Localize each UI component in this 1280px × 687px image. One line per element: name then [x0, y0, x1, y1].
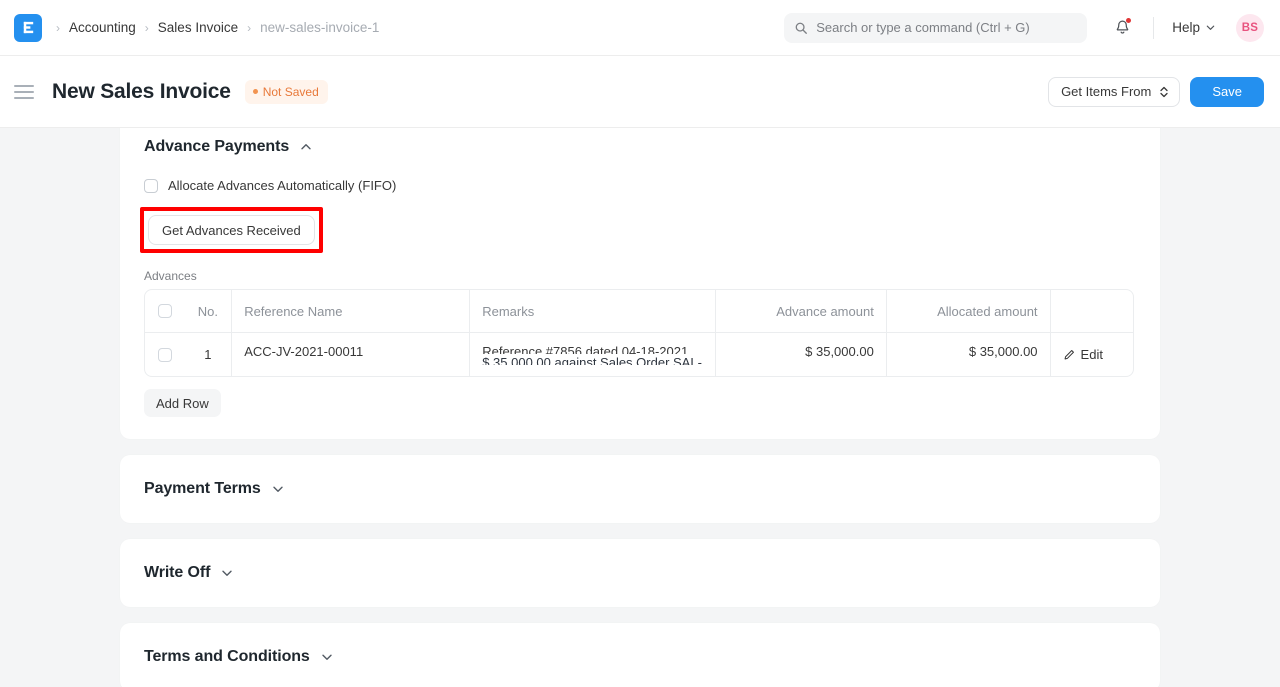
user-avatar[interactable]: BS — [1236, 14, 1264, 42]
search-input[interactable] — [816, 20, 1077, 35]
table-row[interactable]: 1 ACC-JV-2021-00011 Reference #7856 date… — [145, 333, 1133, 376]
search-icon — [794, 21, 808, 35]
section-card-advance-payments: Advance Payments Allocate Advances Autom… — [120, 128, 1160, 439]
section-card-terms-and-conditions[interactable]: Terms and Conditions — [120, 623, 1160, 687]
chevron-down-icon[interactable] — [220, 566, 234, 580]
status-dot-icon — [253, 89, 258, 94]
grid-header-row: No. Reference Name Remarks Advance amoun… — [145, 290, 1133, 333]
breadcrumb: › Accounting › Sales Invoice › new-sales… — [56, 20, 379, 35]
grid-header-no: No. — [185, 290, 233, 332]
allocate-advances-label: Allocate Advances Automatically (FIFO) — [168, 178, 396, 193]
notifications-button[interactable] — [1109, 15, 1135, 41]
page-title: New Sales Invoice — [52, 80, 231, 104]
pencil-icon — [1063, 349, 1075, 361]
chevron-up-icon[interactable] — [299, 140, 313, 154]
get-items-from-button[interactable]: Get Items From — [1048, 77, 1180, 107]
status-badge: Not Saved — [245, 80, 328, 104]
section-title-payment-terms: Payment Terms — [144, 480, 261, 498]
highlight-annotation-box: Get Advances Received — [140, 207, 323, 253]
terms-and-conditions-header[interactable]: Terms and Conditions — [144, 648, 334, 666]
search-box[interactable] — [784, 13, 1087, 43]
get-items-from-label: Get Items From — [1061, 84, 1151, 99]
hamburger-line — [14, 85, 34, 87]
advance-payments-header[interactable]: Advance Payments — [144, 128, 1136, 156]
select-all-checkbox[interactable] — [158, 304, 172, 318]
grid-header-allocated-amount: Allocated amount — [887, 290, 1051, 332]
row-reference-name[interactable]: ACC-JV-2021-00011 — [232, 333, 470, 376]
advances-grid-label: Advances — [144, 269, 1136, 283]
sidebar-toggle-icon[interactable] — [14, 81, 36, 103]
row-select-cell[interactable] — [145, 333, 185, 376]
write-off-header[interactable]: Write Off — [144, 564, 234, 582]
row-remarks-line-1: Reference #7856 dated 04-18-2021 — [482, 343, 688, 354]
navbar-divider — [1153, 17, 1154, 39]
page-header: New Sales Invoice Not Saved Get Items Fr… — [0, 56, 1280, 128]
grid-header-remarks: Remarks — [470, 290, 716, 332]
grid-header-advance-amount: Advance amount — [716, 290, 887, 332]
navbar-right-cluster: Help BS — [784, 0, 1264, 55]
breadcrumb-item-current: new-sales-invoice-1 — [260, 20, 379, 35]
form-scroll-area[interactable]: Advance Payments Allocate Advances Autom… — [0, 128, 1280, 687]
save-button[interactable]: Save — [1190, 77, 1264, 107]
app-logo-icon[interactable] — [14, 14, 42, 42]
grid-header-actions — [1051, 290, 1133, 332]
row-actions-cell: Edit — [1051, 333, 1133, 376]
advances-grid: No. Reference Name Remarks Advance amoun… — [144, 289, 1134, 377]
section-title-advance-payments: Advance Payments — [144, 138, 289, 156]
allocate-advances-checkbox[interactable] — [144, 179, 158, 193]
section-title-terms-and-conditions: Terms and Conditions — [144, 648, 310, 666]
breadcrumb-item-sales-invoice[interactable]: Sales Invoice — [158, 20, 238, 35]
chevron-down-icon[interactable] — [271, 482, 285, 496]
page-header-actions: Get Items From Save — [1048, 56, 1264, 127]
breadcrumb-separator-icon: › — [247, 22, 251, 34]
row-remarks[interactable]: Reference #7856 dated 04-18-2021 $ 35,00… — [470, 333, 716, 376]
grid-header-reference-name: Reference Name — [232, 290, 470, 332]
allocate-advances-row[interactable]: Allocate Advances Automatically (FIFO) — [144, 178, 1136, 193]
breadcrumb-separator-icon: › — [56, 22, 60, 34]
breadcrumb-separator-icon: › — [145, 22, 149, 34]
top-navbar: › Accounting › Sales Invoice › new-sales… — [0, 0, 1280, 56]
row-edit-button[interactable]: Edit — [1063, 347, 1103, 362]
breadcrumb-item-accounting[interactable]: Accounting — [69, 20, 136, 35]
chevron-updown-icon — [1159, 85, 1169, 99]
section-card-write-off[interactable]: Write Off — [120, 539, 1160, 607]
add-row-button[interactable]: Add Row — [144, 389, 221, 417]
hamburger-line — [14, 91, 34, 93]
row-allocated-amount[interactable]: $ 35,000.00 — [887, 333, 1051, 376]
status-badge-label: Not Saved — [263, 85, 319, 99]
get-advances-received-button[interactable]: Get Advances Received — [148, 215, 315, 245]
grid-select-all-cell[interactable] — [145, 290, 185, 332]
payment-terms-header[interactable]: Payment Terms — [144, 480, 285, 498]
hamburger-line — [14, 97, 34, 99]
help-label: Help — [1172, 20, 1200, 35]
chevron-down-icon[interactable] — [320, 650, 334, 664]
row-advance-amount[interactable]: $ 35,000.00 — [716, 333, 887, 376]
notification-dot — [1126, 18, 1131, 23]
help-menu[interactable]: Help — [1172, 20, 1216, 35]
row-remarks-line-2: $ 35,000.00 against Sales Order SAL- — [482, 354, 702, 365]
row-checkbox[interactable] — [158, 348, 172, 362]
chevron-down-icon — [1205, 22, 1216, 33]
section-card-payment-terms[interactable]: Payment Terms — [120, 455, 1160, 523]
section-title-write-off: Write Off — [144, 564, 210, 582]
row-index: 1 — [185, 333, 233, 376]
row-edit-label: Edit — [1081, 347, 1103, 362]
